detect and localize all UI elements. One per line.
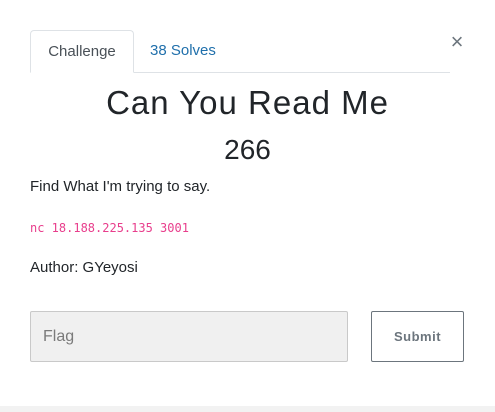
page-bottom-shade	[0, 406, 495, 412]
tab-challenge[interactable]: Challenge	[30, 30, 134, 73]
challenge-title: Can You Read Me	[106, 84, 389, 121]
challenge-points: 266	[224, 134, 271, 165]
submit-button[interactable]: Submit	[371, 311, 464, 362]
challenge-description: Find What I'm trying to say.	[30, 178, 211, 195]
challenge-author: Author: GYeyosi	[30, 259, 138, 276]
close-icon[interactable]: ×	[448, 30, 466, 54]
connection-command: nc 18.188.225.135 3001	[30, 221, 189, 235]
challenge-tabs: Challenge 38 Solves	[30, 30, 450, 73]
challenge-modal: Challenge 38 Solves × Can You Read Me 26…	[0, 0, 495, 406]
tab-solves[interactable]: 38 Solves	[150, 30, 216, 72]
flag-input[interactable]	[30, 311, 348, 362]
